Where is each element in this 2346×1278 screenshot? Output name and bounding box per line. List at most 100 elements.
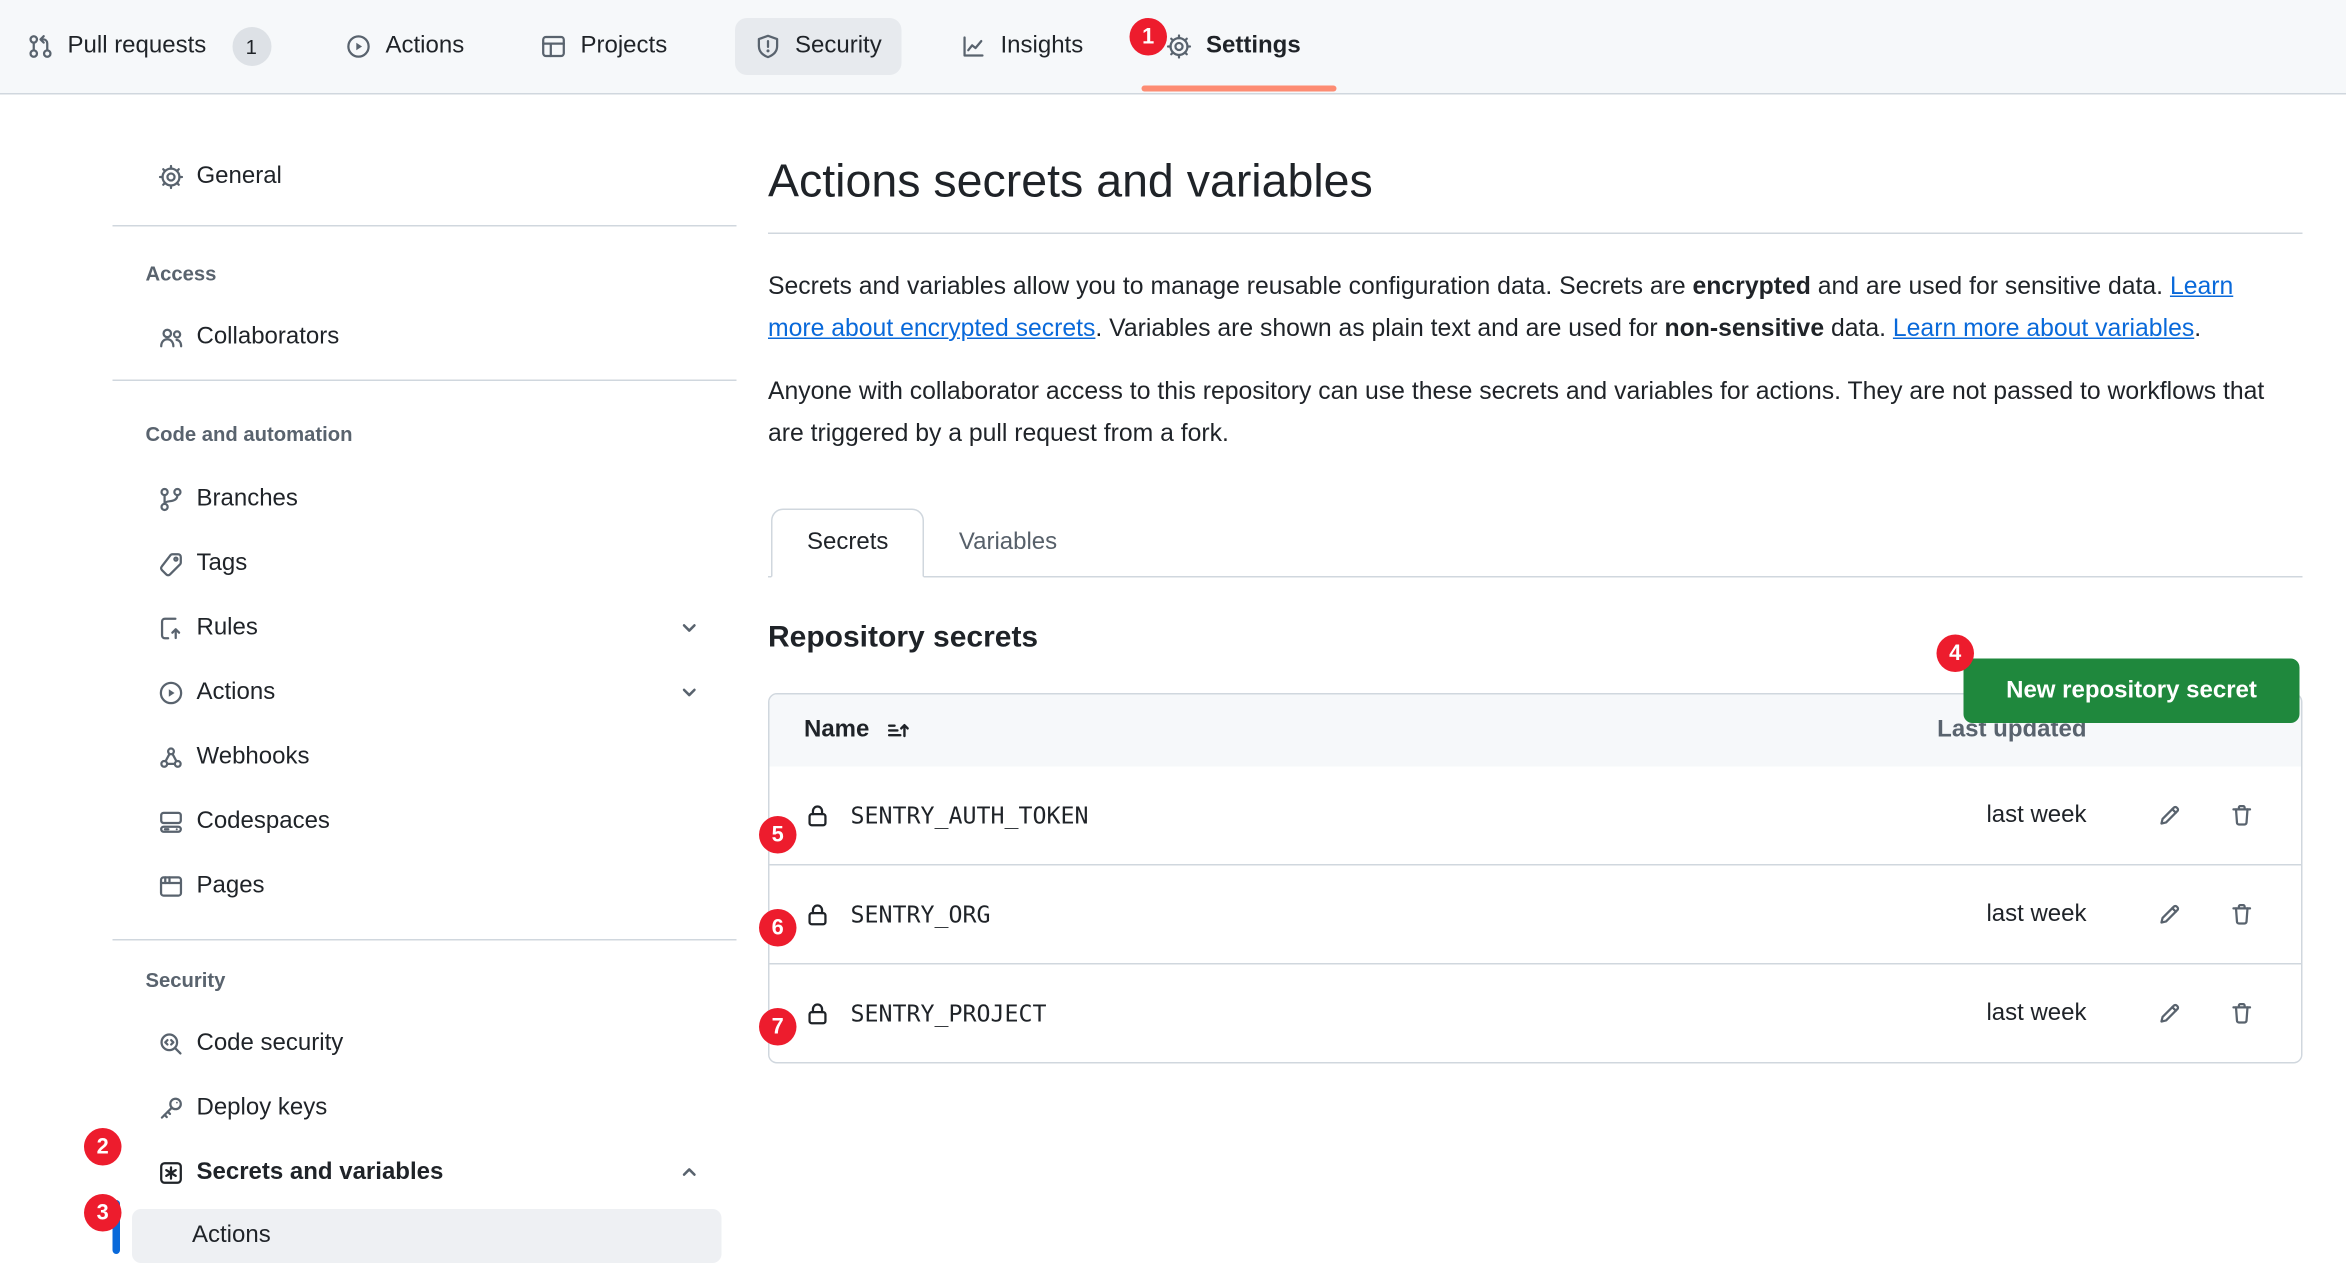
sidebar-subitem-actions-secrets[interactable]: Actions <box>132 1209 722 1263</box>
trash-icon <box>2228 803 2254 829</box>
sidebar-item-deploy-keys[interactable]: Deploy keys <box>113 1076 737 1141</box>
secret-name: SENTRY_PROJECT <box>851 1000 1047 1027</box>
intro-text: Secrets and variables allow you to manag… <box>768 273 1693 300</box>
annotation-mark-2: 2 <box>84 1128 122 1166</box>
secret-name: SENTRY_ORG <box>851 901 991 928</box>
tab-secrets[interactable]: Secrets <box>771 509 924 578</box>
git-branch-icon <box>158 485 185 512</box>
trash-icon <box>2228 902 2254 928</box>
secrets-variables-tabnav: Secrets Variables <box>768 509 2303 578</box>
sidebar-item-tags[interactable]: Tags <box>113 531 737 596</box>
annotation-mark-4: 4 <box>1937 635 1975 673</box>
sidebar-item-label: Secrets and variables <box>197 1159 444 1186</box>
chevron-down-icon <box>678 681 701 704</box>
page-title: Actions secrets and variables <box>768 153 2303 210</box>
delete-secret-button[interactable] <box>2216 988 2267 1039</box>
pencil-icon <box>2156 803 2182 829</box>
pencil-icon <box>2156 1001 2182 1027</box>
intro-text: and are used for sensitive data. <box>1811 273 2170 300</box>
sidebar-item-label: Webhooks <box>197 743 310 770</box>
settings-sidebar: General Access Collaborators Code and au… <box>113 0 737 1263</box>
sidebar-item-label: General <box>197 163 282 190</box>
sort-control[interactable] <box>884 718 910 744</box>
sidebar-section-access: Access <box>113 258 737 288</box>
webhook-icon <box>158 743 185 770</box>
delete-secret-button[interactable] <box>2216 889 2267 940</box>
last-updated-value: last week <box>1986 1000 2086 1027</box>
sidebar-item-label: Rules <box>197 614 258 641</box>
sidebar-item-general[interactable]: General <box>113 144 737 209</box>
trash-icon <box>2228 1001 2254 1027</box>
sidebar-item-branches[interactable]: Branches <box>113 467 737 532</box>
delete-secret-button[interactable] <box>2216 790 2267 841</box>
sidebar-item-collaborators[interactable]: Collaborators <box>113 305 737 370</box>
divider <box>113 380 737 382</box>
link-variables[interactable]: Learn more about variables <box>1893 315 2194 342</box>
last-updated-value: last week <box>1986 802 2086 829</box>
sidebar-item-label: Pages <box>197 872 265 899</box>
tag-icon <box>158 550 185 577</box>
divider <box>768 233 2303 235</box>
annotation-mark-1: 1 <box>1130 18 1168 56</box>
sidebar-item-label: Actions <box>192 1223 271 1250</box>
codespaces-icon <box>158 808 185 835</box>
intro-text: . Variables are shown as plain text and … <box>1095 315 1664 342</box>
column-header-name: Name <box>804 717 869 744</box>
sidebar-item-webhooks[interactable]: Webhooks <box>113 725 737 790</box>
secret-name: SENTRY_AUTH_TOKEN <box>851 802 1089 829</box>
divider <box>113 939 737 941</box>
tab-variables[interactable]: Variables <box>924 510 1091 576</box>
play-icon <box>158 679 185 706</box>
annotation-mark-7: 7 <box>759 1008 797 1046</box>
asterisk-box-icon <box>158 1159 185 1186</box>
divider <box>113 225 737 227</box>
sort-ascending-icon <box>884 718 910 744</box>
browser-icon <box>158 872 185 899</box>
chevron-up-icon <box>678 1161 701 1184</box>
sidebar-item-label: Tags <box>197 550 248 577</box>
sidebar-item-pages[interactable]: Pages <box>113 854 737 919</box>
sidebar-item-label: Code security <box>197 1030 344 1057</box>
intro-text: data. <box>1824 315 1893 342</box>
sidebar-item-label: Collaborators <box>197 323 340 350</box>
collaborator-paragraph: Anyone with collaborator access to this … <box>768 371 2286 455</box>
chevron-down-icon <box>678 617 701 640</box>
secrets-table: Name Last updated SENTRY_AUTH_TOKEN last… <box>768 693 2303 1064</box>
annotation-mark-6: 6 <box>759 909 797 947</box>
table-row: SENTRY_ORG last week <box>770 864 2302 963</box>
last-updated-value: last week <box>1986 901 2086 928</box>
intro-bold-encrypted: encrypted <box>1693 273 1811 300</box>
sidebar-item-code-security[interactable]: Code security <box>113 1011 737 1076</box>
lock-icon <box>804 802 831 829</box>
sidebar-item-label: Branches <box>197 485 298 512</box>
people-icon <box>158 323 185 350</box>
sidebar-section-code-automation: Code and automation <box>113 419 737 449</box>
table-row: SENTRY_AUTH_TOKEN last week <box>770 767 2302 865</box>
sidebar-item-secrets-and-variables[interactable]: Secrets and variables <box>113 1140 737 1205</box>
pencil-icon <box>2156 902 2182 928</box>
annotation-mark-5: 5 <box>759 816 797 854</box>
main-content: Actions secrets and variables Secrets an… <box>768 0 2303 1064</box>
section-title: Repository secrets <box>768 621 1038 656</box>
sidebar-item-rules[interactable]: Rules <box>113 596 737 661</box>
annotation-mark-3: 3 <box>84 1194 122 1232</box>
sidebar-section-security: Security <box>113 965 737 995</box>
repository-secrets-header-row: Repository secrets <box>768 621 2303 656</box>
sidebar-item-label: Actions <box>197 679 276 706</box>
rules-icon <box>158 614 185 641</box>
sidebar-item-label: Codespaces <box>197 808 330 835</box>
intro-bold-non-sensitive: non-sensitive <box>1665 315 1825 342</box>
intro-text: . <box>2194 315 2201 342</box>
sidebar-item-label: Deploy keys <box>197 1094 328 1121</box>
edit-secret-button[interactable] <box>2144 988 2195 1039</box>
edit-secret-button[interactable] <box>2144 790 2195 841</box>
new-repository-secret-button[interactable]: New repository secret <box>1964 659 2300 724</box>
git-pull-request-icon <box>27 33 54 60</box>
github-settings-page: Pull requests 1 Actions Projects Securit… <box>0 0 2346 1278</box>
edit-secret-button[interactable] <box>2144 889 2195 940</box>
table-row: SENTRY_PROJECT last week <box>770 963 2302 1062</box>
lock-icon <box>804 1000 831 1027</box>
sidebar-item-codespaces[interactable]: Codespaces <box>113 789 737 854</box>
sidebar-item-actions[interactable]: Actions <box>113 660 737 725</box>
intro-paragraph: Secrets and variables allow you to manag… <box>768 266 2286 350</box>
